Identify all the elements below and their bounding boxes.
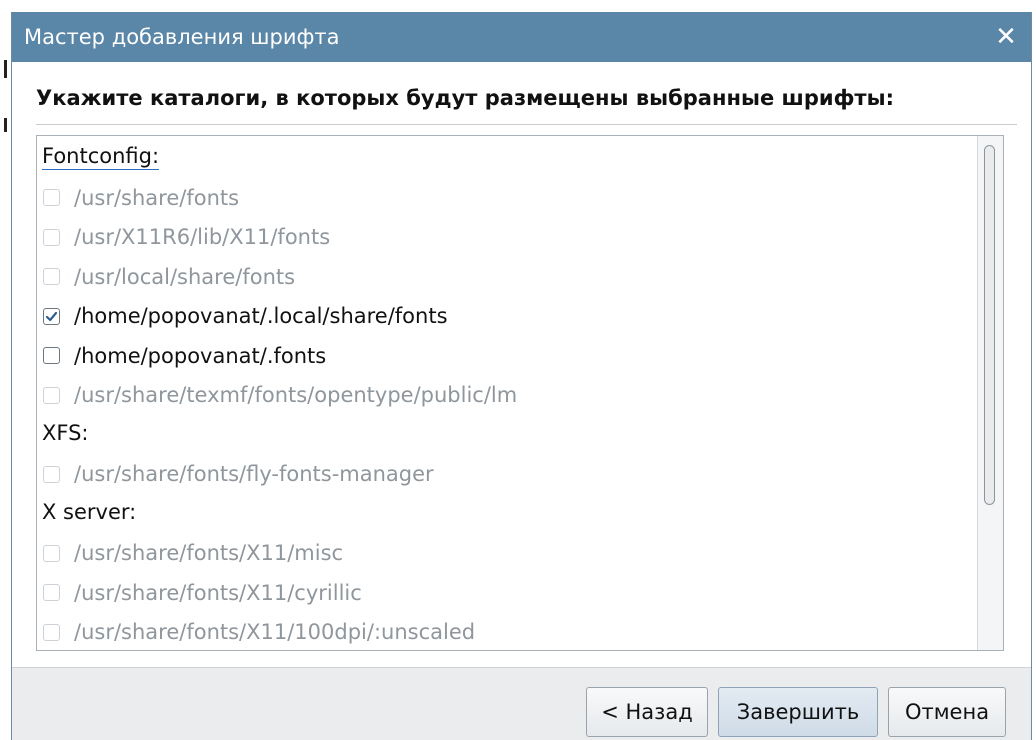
background-edge [0,0,11,740]
wizard-page: Укажите каталоги, в которых будут размещ… [12,62,1031,667]
background-artifact [4,60,7,78]
directory-row: /usr/share/fonts/X11/misc [43,535,343,571]
checkbox [43,268,60,285]
font-wizard-dialog: Мастер добавления шрифта ✕ Укажите катал… [11,12,1032,740]
page-heading: Укажите каталоги, в которых будут размещ… [36,86,894,110]
background-artifact [4,118,7,132]
checkbox [43,465,60,483]
checkbox [43,623,60,641]
finish-button[interactable]: Завершить [718,687,878,737]
checkbox-checked[interactable] [43,307,60,325]
directory-row[interactable]: /home/popovanat/.local/share/fonts [43,298,448,334]
directory-path: /usr/share/fonts/X11/misc [74,541,344,565]
group-label: X server: [42,499,137,524]
checkbox [43,544,60,562]
cancel-button[interactable]: Отмена [888,687,1006,737]
back-button[interactable]: < Назад [586,687,708,737]
directory-path: /usr/share/fonts [74,185,240,210]
vertical-scrollbar[interactable] [977,136,1003,650]
directory-path: /usr/local/share/fonts [74,264,296,289]
directory-path: /usr/X11R6/lib/X11/fonts [74,225,331,249]
directory-row[interactable]: /home/popovanat/.fonts [43,338,326,374]
group-label: Fontconfig: [42,144,160,170]
checkbox [43,189,60,206]
directory-row: /usr/share/fonts/fly-fonts-manager [43,456,434,492]
title-bar: Мастер добавления шрифта ✕ [12,12,1031,62]
directory-path: /usr/share/fonts/X11/100dpi/:unscaled [74,620,476,644]
directory-path: /home/popovanat/.local/share/fonts [74,304,448,328]
heading-divider [36,124,1017,125]
directory-path: /usr/share/fonts/fly-fonts-manager [74,462,434,486]
checkbox [43,584,60,601]
directory-list[interactable]: Fontconfig: /usr/share/fonts/usr/X11R6/li… [36,135,1004,651]
group-label: XFS: [42,420,89,445]
directory-row: /usr/share/fonts/X11/cyrillic [43,575,362,611]
directory-row: /usr/share/texmf/fonts/opentype/public/l… [43,377,517,413]
directory-path: /home/popovanat/.fonts [74,343,327,368]
directory-path: /usr/share/fonts/X11/cyrillic [74,580,362,605]
directory-list-items: Fontconfig: /usr/share/fonts/usr/X11R6/li… [37,136,977,650]
directory-row: /usr/share/fonts/X11/100dpi/:unscaled [43,614,475,650]
directory-path: /usr/share/texmf/fonts/opentype/public/l… [74,383,518,407]
scrollbar-thumb[interactable] [984,145,995,505]
window-title: Мастер добавления шрифта [24,25,340,49]
checkbox [43,228,60,246]
directory-row: /usr/share/fonts [43,180,239,216]
button-bar: < Назад Завершить Отмена [12,667,1031,740]
directory-row: /usr/X11R6/lib/X11/fonts [43,219,330,255]
checkbox [43,386,60,404]
directory-row: /usr/local/share/fonts [43,259,295,295]
checkbox[interactable] [43,347,60,364]
close-icon[interactable]: ✕ [991,22,1021,52]
